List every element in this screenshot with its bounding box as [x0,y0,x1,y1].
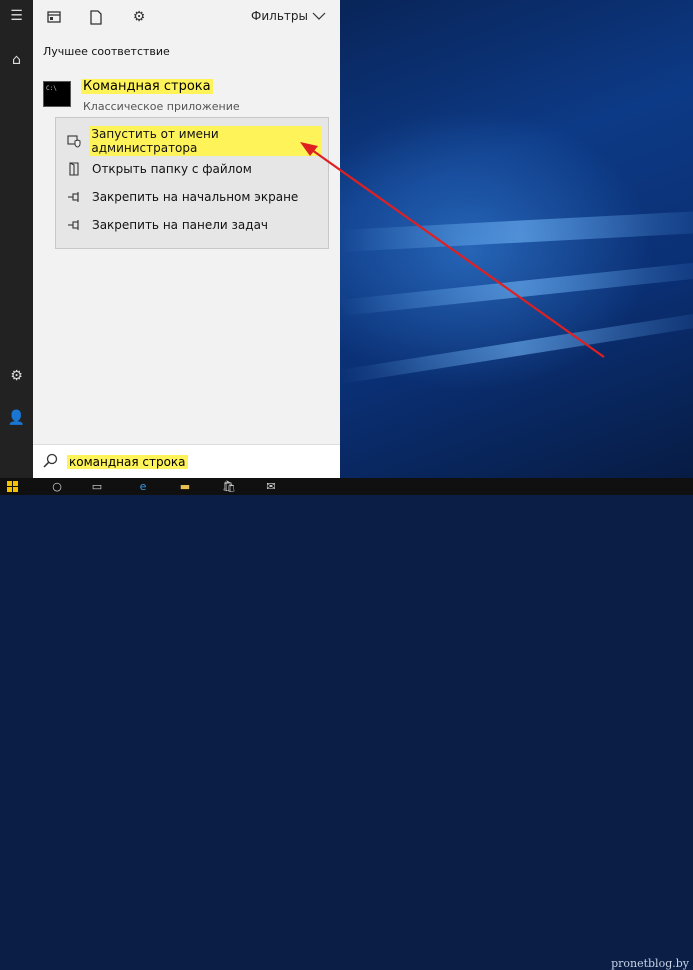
taskbar: ○ ▭ e ▬ 🛍 ✉ pronetblog.by [0,478,693,970]
watermark: pronetblog.by [611,957,689,970]
red-arrow-annotation [300,142,605,358]
file-explorer-icon[interactable]: ▬ [176,480,194,493]
mail-icon[interactable]: ✉ [262,480,280,493]
windows-start-icon[interactable] [4,480,22,493]
task-view-icon[interactable]: ▭ [88,480,106,493]
search-icon[interactable]: ○ [48,480,66,493]
edge-browser-icon[interactable]: e [134,480,152,493]
store-icon[interactable]: 🛍 [220,480,238,493]
